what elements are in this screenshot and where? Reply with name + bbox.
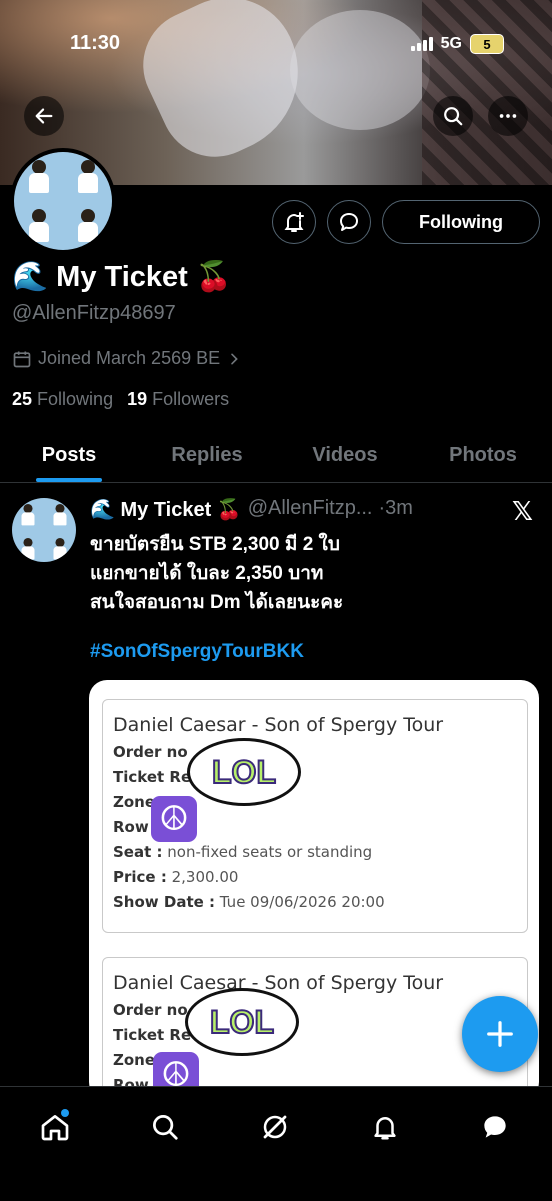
search-icon — [153, 1115, 178, 1140]
banner-photo-detail — [422, 0, 552, 185]
lol-sticker: LOL — [187, 738, 301, 806]
battery-icon: 5 — [470, 34, 504, 54]
nav-messages[interactable] — [473, 1105, 517, 1149]
notify-button[interactable] — [272, 200, 316, 244]
post-line: แยกขายได้ ใบละ 2,350 บาท — [90, 563, 324, 584]
post-author-avatar[interactable] — [12, 498, 76, 562]
search-button[interactable] — [433, 96, 473, 136]
post-line: สนใจสอบถาม Dm ได้เลยนะคะ — [90, 592, 344, 613]
signal-icon — [410, 37, 433, 51]
banner-photo-detail — [290, 10, 430, 130]
avatar-photo-figure — [26, 159, 52, 194]
compose-post-button[interactable] — [462, 996, 538, 1072]
follow-counts: 25 Following 19 Followers — [12, 389, 229, 410]
message-button[interactable] — [327, 200, 371, 244]
avatar-photo-figure — [52, 537, 69, 560]
tab-videos[interactable]: Videos — [276, 428, 414, 482]
calendar-icon — [13, 351, 31, 367]
ticket-title: Daniel Caesar - Son of Spergy Tour — [113, 714, 444, 736]
more-icon — [499, 114, 517, 118]
following-button[interactable]: Following — [382, 200, 540, 244]
x-logo-icon: 𝕏 — [512, 496, 533, 526]
avatar-photo-figure — [20, 537, 37, 560]
profile-tabs: Posts Replies Videos Photos — [0, 428, 552, 483]
following-count-link[interactable]: 25 Following — [12, 389, 113, 410]
nav-notifications[interactable] — [363, 1105, 407, 1149]
plus-icon — [487, 1021, 513, 1047]
post-line: ขายบัตรยืน STB 2,300 มี 2 ใบ — [90, 534, 340, 555]
bottom-nav — [0, 1086, 552, 1201]
notification-dot — [61, 1109, 69, 1117]
post-author-name[interactable]: 🌊 My Ticket 🍒 — [90, 497, 242, 522]
tab-replies[interactable]: Replies — [138, 428, 276, 482]
tab-photos[interactable]: Photos — [414, 428, 552, 482]
joined-label: Joined March 2569 BE — [38, 348, 221, 368]
status-bar: 11:30 5G 5 — [0, 30, 552, 62]
profile-display-name: 🌊 My Ticket 🍒 — [12, 261, 232, 293]
nav-grok[interactable] — [253, 1105, 297, 1149]
peace-sign-icon: ☮ — [151, 796, 197, 842]
joined-date[interactable]: Joined March 2569 BE — [12, 348, 242, 369]
nav-search[interactable] — [143, 1105, 187, 1149]
grok-icon — [263, 1115, 287, 1139]
tab-posts[interactable]: Posts — [0, 428, 138, 482]
post-header: 🌊 My Ticket 🍒 @AllenFitzp... ·3m — [90, 497, 413, 522]
avatar-photo-figure — [26, 208, 52, 243]
active-tab-indicator — [36, 478, 102, 482]
avatar-photo-figure — [75, 159, 101, 194]
post-author-handle[interactable]: @AllenFitzp... — [248, 497, 373, 522]
followers-count-link[interactable]: 19 Followers — [127, 389, 229, 410]
ticket-title: Daniel Caesar - Son of Spergy Tour — [113, 972, 444, 994]
status-time: 11:30 — [70, 32, 121, 54]
avatar-photo-figure — [75, 208, 101, 243]
avatar-photo-figure — [52, 503, 69, 526]
post-hashtag[interactable]: #SonOfSpergyTourBKK — [90, 641, 304, 663]
search-icon — [444, 107, 463, 126]
lol-sticker: LOL — [185, 988, 299, 1056]
more-options-button[interactable] — [488, 96, 528, 136]
profile-avatar[interactable] — [10, 148, 116, 254]
network-label: 5G — [440, 35, 462, 52]
chat-bubble-icon — [484, 1116, 506, 1138]
post-text: ขายบัตรยืน STB 2,300 มี 2 ใบ แยกขายได้ ใ… — [90, 530, 530, 617]
profile-handle: @AllenFitzp48697 — [12, 302, 176, 324]
nav-home[interactable] — [33, 1105, 77, 1149]
bell-icon — [374, 1117, 396, 1140]
chat-bubble-icon — [340, 213, 358, 231]
back-button[interactable] — [24, 96, 64, 136]
avatar-photo-figure — [20, 503, 37, 526]
back-arrow-icon — [35, 108, 53, 124]
bell-plus-icon — [284, 212, 304, 232]
chevron-right-icon — [231, 353, 238, 364]
post-timestamp: ·3m — [378, 497, 413, 519]
